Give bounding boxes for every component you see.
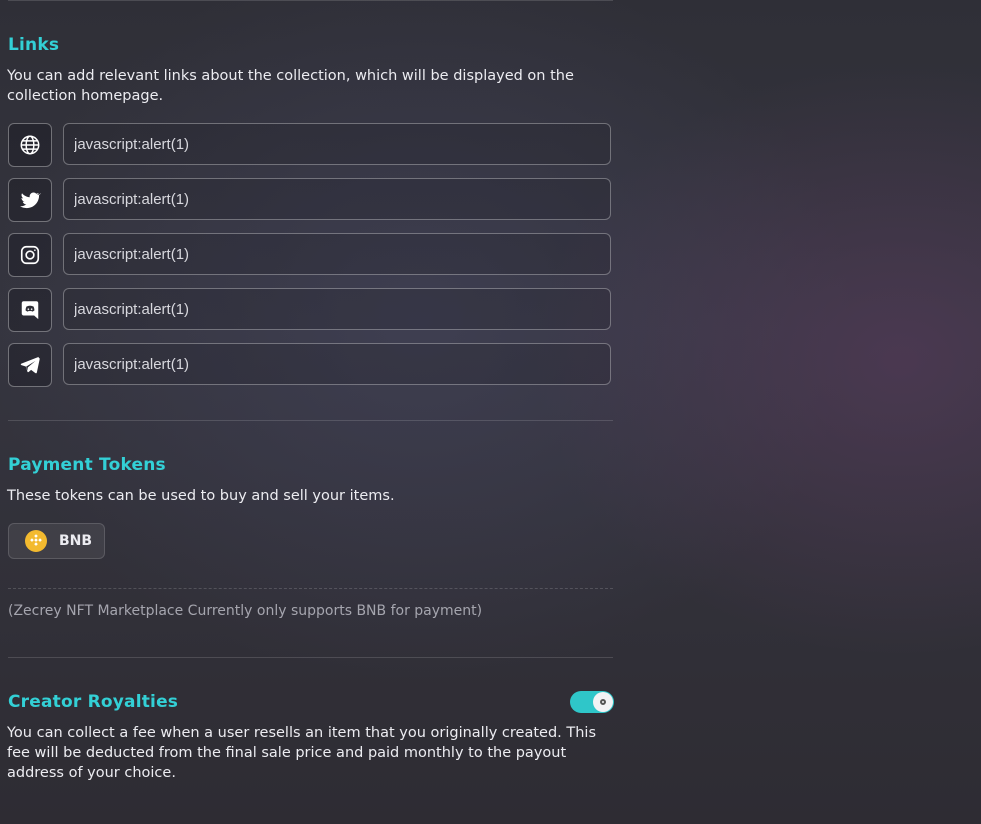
instagram-icon	[8, 233, 52, 277]
creator-royalties-toggle[interactable]	[570, 691, 614, 713]
bnb-token-label: BNB	[59, 533, 93, 549]
payment-support-note: (Zecrey NFT Marketplace Currently only s…	[8, 603, 483, 619]
bnb-token-chip: BNB	[8, 523, 105, 559]
link-row-telegram	[8, 343, 613, 387]
telegram-icon	[8, 343, 52, 387]
links-heading: Links	[8, 35, 60, 55]
creator-royalties-heading: Creator Royalties	[8, 692, 179, 712]
link-row-website	[8, 123, 613, 167]
telegram-link-input[interactable]	[63, 343, 611, 385]
link-row-discord	[8, 288, 613, 332]
discord-icon	[8, 288, 52, 332]
link-row-instagram	[8, 233, 613, 277]
discord-link-input[interactable]	[63, 288, 611, 330]
bnb-icon	[25, 530, 47, 552]
instagram-link-input[interactable]	[63, 233, 611, 275]
payment-tokens-heading: Payment Tokens	[8, 455, 166, 475]
twitter-icon	[8, 178, 52, 222]
payment-divider	[8, 657, 613, 658]
globe-icon	[8, 123, 52, 167]
top-divider	[8, 0, 613, 1]
payment-dashed-divider	[8, 588, 613, 589]
creator-royalties-description: You can collect a fee when a user resell…	[7, 725, 597, 781]
toggle-indicator-icon	[600, 699, 606, 705]
website-link-input[interactable]	[63, 123, 611, 165]
links-divider	[8, 420, 613, 421]
links-description: You can add relevant links about the col…	[7, 68, 574, 104]
payment-tokens-description: These tokens can be used to buy and sell…	[7, 488, 395, 504]
twitter-link-input[interactable]	[63, 178, 611, 220]
toggle-knob	[593, 692, 613, 712]
link-row-twitter	[8, 178, 613, 222]
